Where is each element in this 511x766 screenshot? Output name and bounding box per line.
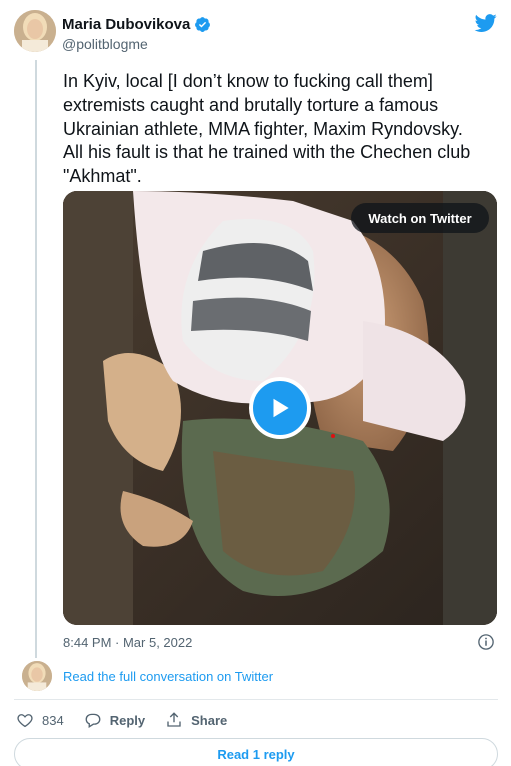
heart-icon [17,714,33,728]
play-icon [273,398,289,418]
twitter-bird-icon[interactable] [474,12,498,34]
video-thumbnail[interactable]: Watch on Twitter [63,191,497,625]
share-icon [167,712,181,727]
like-button[interactable]: 834 [16,711,64,729]
divider [14,699,498,700]
like-count: 834 [42,712,64,728]
verified-badge-icon [194,16,211,33]
tweet-text: In Kyiv, local [I don’t know to fucking … [63,71,471,187]
info-icon[interactable] [477,633,495,651]
author-avatar[interactable] [14,10,56,52]
reply-label: Reply [109,712,146,728]
share-button[interactable]: Share [165,711,227,729]
watch-on-twitter-button[interactable]: Watch on Twitter [351,203,489,233]
author-name[interactable]: Maria Dubovikova [62,16,190,33]
conversation-row: Read the full conversation on Twitter [22,661,492,693]
thread-line [35,60,37,658]
tweet-actions: 834 Reply Share [16,709,247,731]
tweet-meta: 8:44 PM · Mar 5, 2022 [63,633,497,653]
read-conversation-link[interactable]: Read the full conversation on Twitter [63,669,273,684]
play-button[interactable] [249,377,311,439]
reply-icon [85,713,101,728]
tweet-header: Maria Dubovikova @politblogme [14,10,500,54]
author-handle[interactable]: @politblogme [62,36,211,52]
conversation-avatar[interactable] [22,661,52,691]
tweet-card: Maria Dubovikova @politblogme In Kyiv, l… [0,0,511,766]
author-block: Maria Dubovikova @politblogme [62,14,211,52]
share-label: Share [191,712,228,728]
read-replies-button[interactable]: Read 1 reply [14,738,498,766]
tweet-timestamp[interactable]: 8:44 PM · Mar 5, 2022 [63,635,192,650]
reply-button[interactable]: Reply [84,711,145,729]
